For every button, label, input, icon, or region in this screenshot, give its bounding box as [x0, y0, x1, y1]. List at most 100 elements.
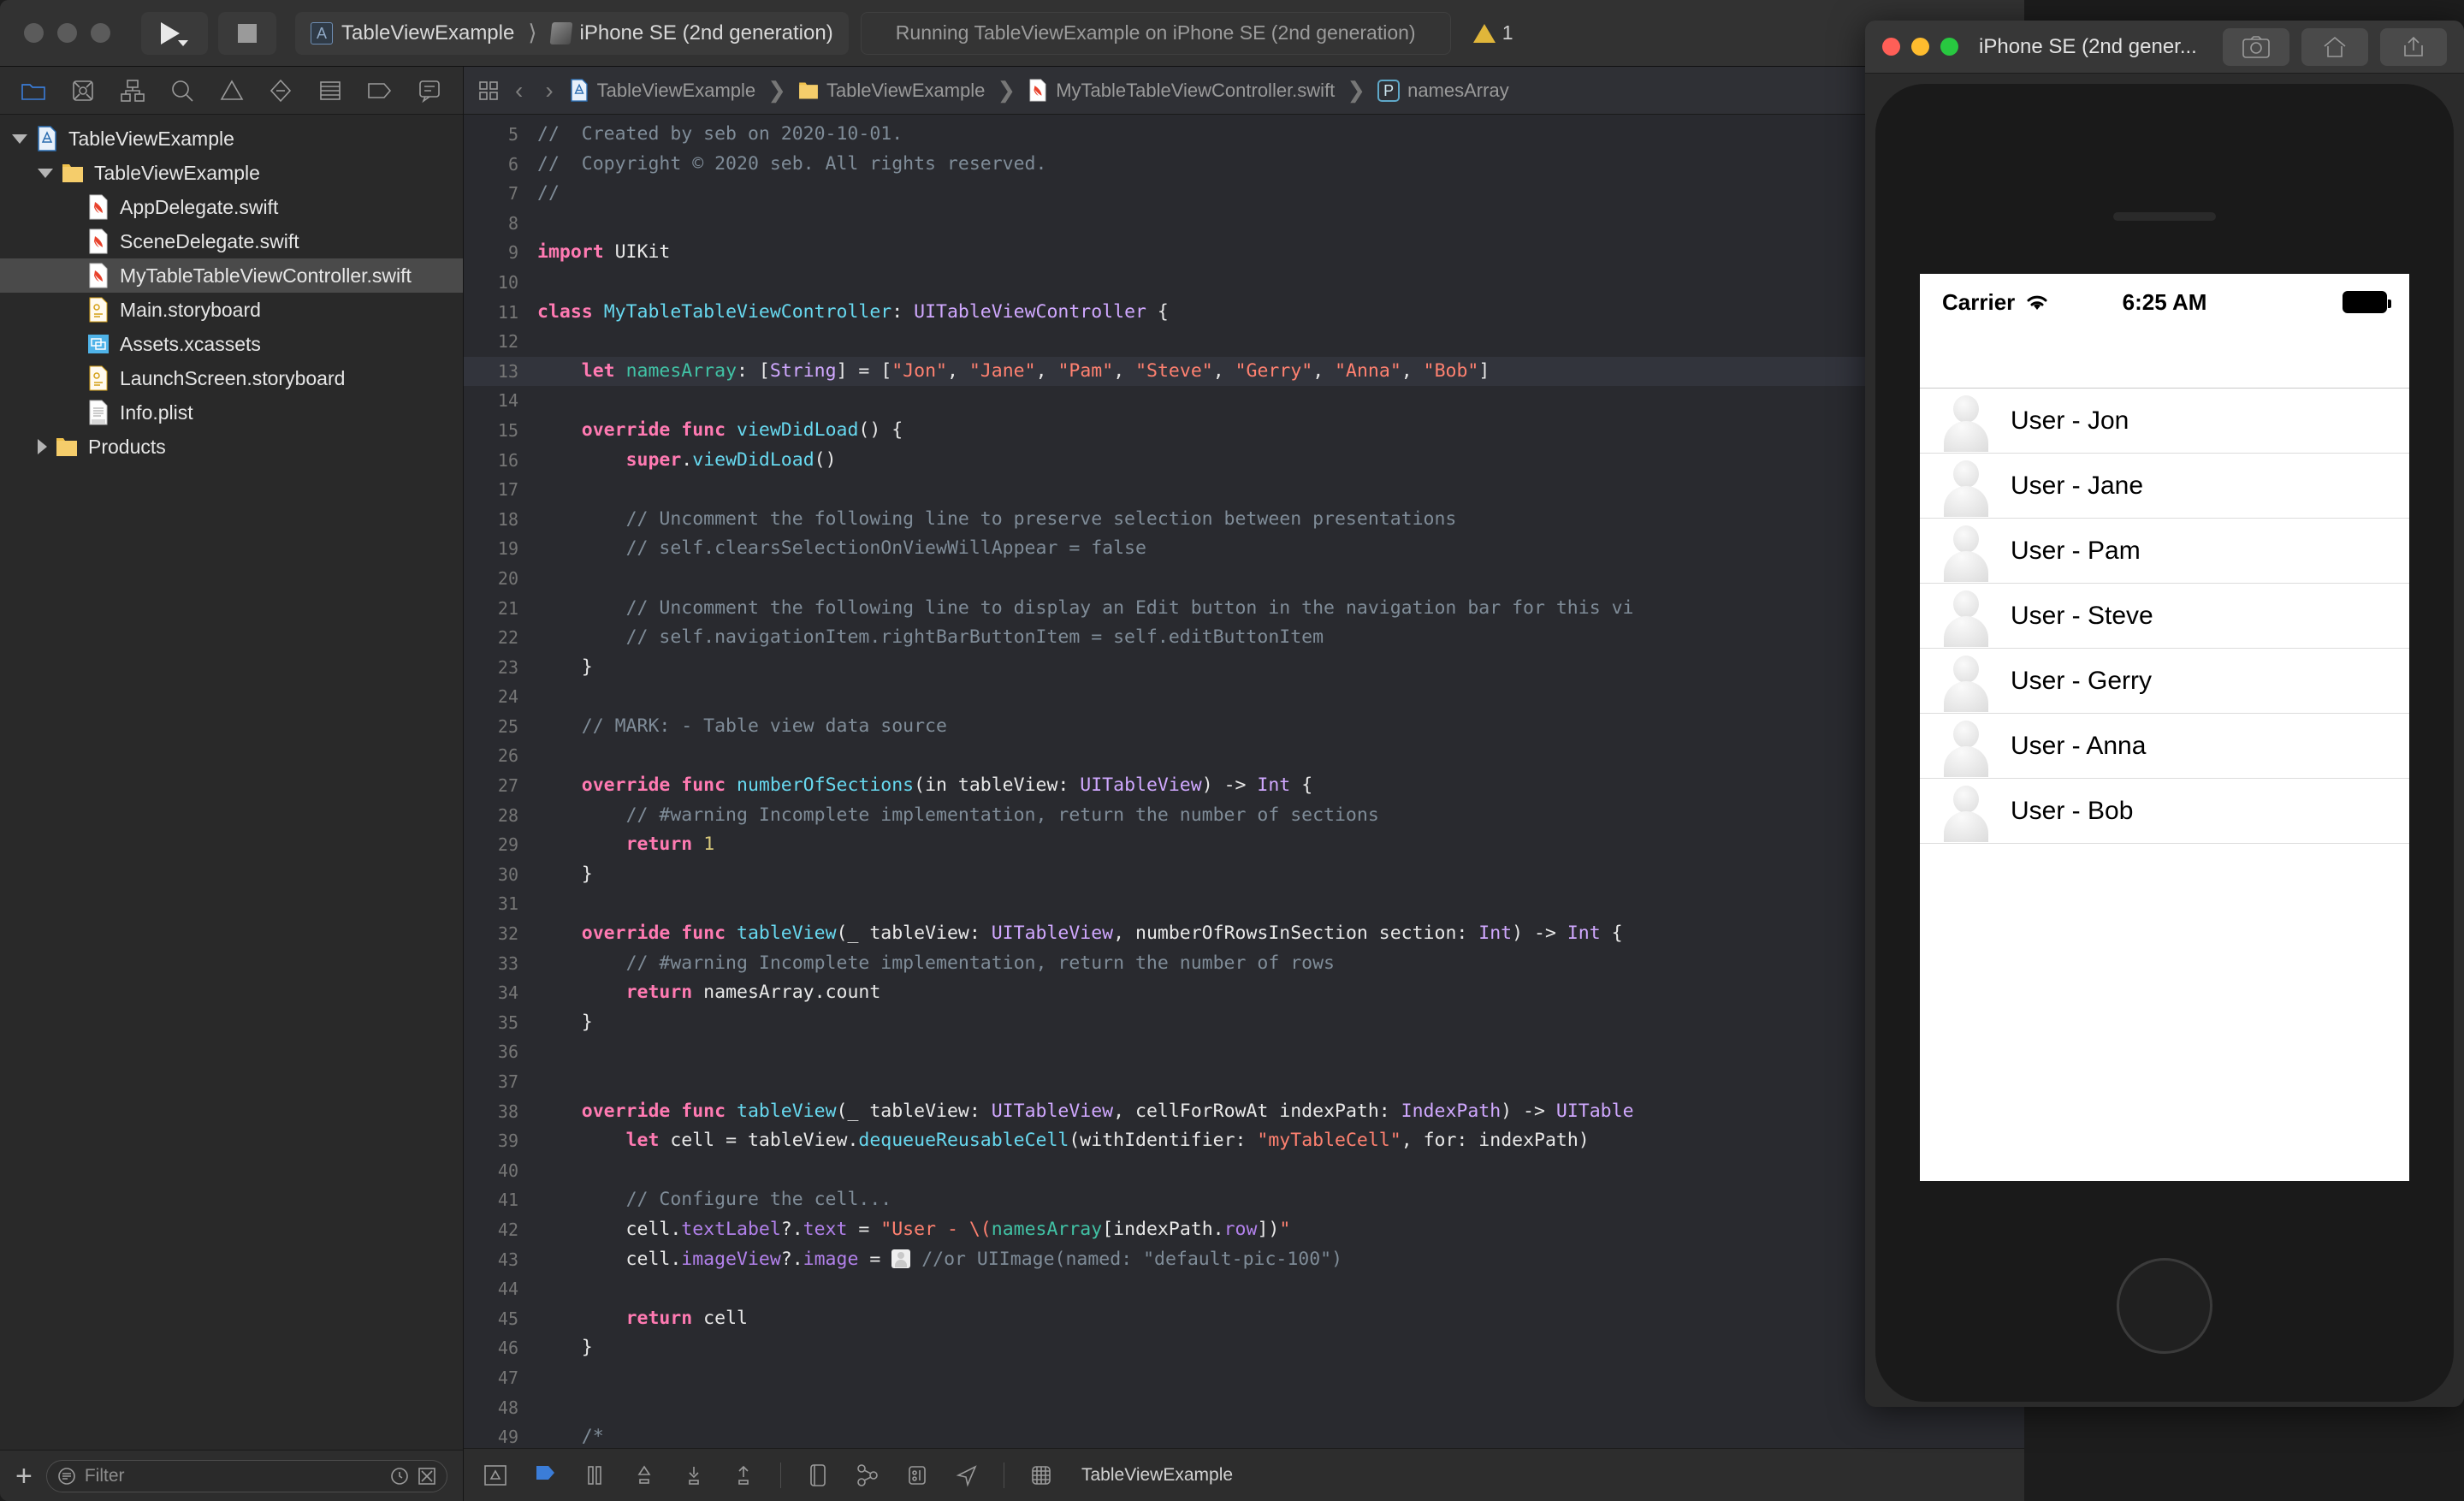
code-line[interactable]: 37: [464, 1067, 2024, 1097]
screenshot-button[interactable]: [2223, 27, 2289, 66]
code-line[interactable]: 31: [464, 889, 2024, 919]
code-line[interactable]: 17: [464, 475, 2024, 505]
code-line[interactable]: 40: [464, 1156, 2024, 1186]
code-line[interactable]: 15 override func viewDidLoad() {: [464, 416, 2024, 446]
code-line[interactable]: 23 }: [464, 653, 2024, 683]
code-line[interactable]: 12: [464, 327, 2024, 357]
disclosure-triangle-icon[interactable]: [38, 168, 53, 178]
navigator-tab-hierarchy[interactable]: [108, 67, 157, 115]
code-line[interactable]: 45 return cell: [464, 1304, 2024, 1334]
navigator-tab-test[interactable]: [256, 67, 305, 115]
view-debug-icon[interactable]: [805, 1462, 831, 1488]
activity-status-bar[interactable]: Running TableViewExample on iPhone SE (2…: [860, 11, 1451, 55]
code-line[interactable]: 32 override func tableView(_ tableView: …: [464, 919, 2024, 949]
code-line[interactable]: 27 override func numberOfSections(in tab…: [464, 771, 2024, 801]
navigator-tab-issues[interactable]: [207, 67, 257, 115]
table-view[interactable]: User - Jon User - Jane User - Pam User - St…: [1920, 389, 2409, 844]
code-editor[interactable]: 5 // Created by seb on 2020-10-01. 6 // Cop…: [464, 115, 2024, 1448]
code-line[interactable]: 44: [464, 1274, 2024, 1304]
location-icon[interactable]: [954, 1462, 980, 1488]
step-over-icon[interactable]: [631, 1462, 657, 1488]
code-line[interactable]: 16 super.viewDidLoad(): [464, 446, 2024, 476]
scheme-selector[interactable]: TableViewExample ⟩ iPhone SE (2nd genera…: [295, 11, 849, 55]
breadcrumb-item[interactable]: TableViewExample: [569, 79, 755, 102]
code-line[interactable]: 49 /*: [464, 1422, 2024, 1448]
code-line[interactable]: 5 // Created by seb on 2020-10-01.: [464, 120, 2024, 150]
stop-button[interactable]: [218, 11, 276, 55]
code-line[interactable]: 6 // Copyright © 2020 seb. All rights res…: [464, 150, 2024, 180]
code-line[interactable]: 20: [464, 564, 2024, 594]
home-button[interactable]: [2301, 27, 2368, 66]
code-line[interactable]: 39 let cell = tableView.dequeueReusableC…: [464, 1126, 2024, 1156]
run-button[interactable]: [141, 11, 208, 55]
code-line[interactable]: 46 }: [464, 1333, 2024, 1363]
code-line[interactable]: 35 }: [464, 1008, 2024, 1038]
breadcrumb[interactable]: TableViewExample ❯ TableViewExample ❯ MyTabl…: [569, 77, 1509, 104]
code-line[interactable]: 34 return namesArray.count: [464, 978, 2024, 1008]
table-row[interactable]: User - Pam: [1920, 519, 2409, 584]
forward-button[interactable]: ›: [538, 77, 560, 104]
filter-input[interactable]: Filter: [45, 1459, 447, 1492]
table-row[interactable]: User - Gerry: [1920, 649, 2409, 714]
related-items-icon[interactable]: [477, 80, 500, 102]
navigator-row[interactable]: TableViewExample: [0, 122, 463, 156]
table-row[interactable]: User - Jon: [1920, 389, 2409, 454]
navigator-row[interactable]: LaunchScreen.storyboard: [0, 361, 463, 395]
close-button[interactable]: [24, 23, 44, 43]
code-line[interactable]: 18 // Uncomment the following line to pr…: [464, 505, 2024, 535]
navigator-tab-search[interactable]: [157, 67, 207, 115]
code-line[interactable]: 13 let namesArray: [String] = ["Jon", "J…: [464, 356, 2024, 387]
navigator-row[interactable]: Assets.xcassets: [0, 327, 463, 361]
code-line[interactable]: 30 }: [464, 860, 2024, 890]
inline-image-literal-icon[interactable]: [891, 1249, 911, 1268]
minimize-button[interactable]: [57, 23, 77, 43]
simulator-close-button[interactable]: [1882, 38, 1900, 56]
simulator-minimize-button[interactable]: [1911, 38, 1929, 56]
code-line[interactable]: 21 // Uncomment the following line to di…: [464, 594, 2024, 624]
table-row[interactable]: User - Steve: [1920, 584, 2409, 649]
code-line[interactable]: 25 // MARK: - Table view data source: [464, 712, 2024, 742]
navigator-row[interactable]: Main.storyboard: [0, 293, 463, 327]
zoom-button[interactable]: [91, 23, 110, 43]
project-navigator-tree[interactable]: TableViewExample TableViewExample AppDeleg…: [0, 115, 463, 1450]
navigator-tab-debug[interactable]: [305, 67, 355, 115]
code-line[interactable]: 9 import UIKit: [464, 238, 2024, 268]
simulator-screen[interactable]: Carrier 6:25 AM User - Jon User - Jane Use…: [1920, 274, 2409, 1181]
table-row[interactable]: User - Bob: [1920, 779, 2409, 844]
code-line[interactable]: 36: [464, 1037, 2024, 1067]
code-line[interactable]: 28 // #warning Incomplete implementation…: [464, 801, 2024, 831]
show-debug-area-icon[interactable]: [483, 1462, 508, 1488]
view-hierarchy-icon[interactable]: [855, 1462, 880, 1488]
step-into-icon[interactable]: [681, 1462, 707, 1488]
disclosure-triangle-icon[interactable]: [12, 133, 27, 144]
code-line[interactable]: 8: [464, 209, 2024, 239]
memory-graph-icon[interactable]: [904, 1462, 930, 1488]
code-line[interactable]: 19 // self.clearsSelectionOnViewWillAppe…: [464, 534, 2024, 564]
navigator-tab-source-control[interactable]: [58, 67, 108, 115]
navigator-row[interactable]: SceneDelegate.swift: [0, 224, 463, 258]
device-home-button[interactable]: [2117, 1258, 2212, 1354]
simulator-zoom-button[interactable]: [1940, 38, 1958, 56]
table-row[interactable]: User - Anna: [1920, 714, 2409, 779]
add-file-button[interactable]: +: [15, 1462, 33, 1491]
disclosure-triangle-icon[interactable]: [38, 439, 47, 454]
code-line[interactable]: 14: [464, 386, 2024, 416]
code-line[interactable]: 24: [464, 682, 2024, 712]
code-line[interactable]: 11 class MyTableTableViewController: UITa…: [464, 298, 2024, 328]
breadcrumb-item[interactable]: MyTableTableViewController.swift: [1028, 79, 1335, 102]
code-line[interactable]: 29 return 1: [464, 830, 2024, 860]
step-flag-icon[interactable]: [532, 1462, 558, 1488]
code-line[interactable]: 38 override func tableView(_ tableView: …: [464, 1097, 2024, 1127]
navigator-tab-project[interactable]: [9, 67, 58, 115]
breadcrumb-item[interactable]: TableViewExample: [798, 79, 985, 102]
code-line[interactable]: 26: [464, 741, 2024, 771]
code-line[interactable]: 48: [464, 1393, 2024, 1423]
warning-indicator[interactable]: 1: [1472, 21, 1513, 44]
code-line[interactable]: 41 // Configure the cell...: [464, 1185, 2024, 1215]
code-line[interactable]: 43 cell.imageView?.image = //or UIImage(…: [464, 1245, 2024, 1275]
back-button[interactable]: ‹: [508, 77, 530, 104]
navigator-tab-report[interactable]: [405, 67, 454, 115]
navigator-row[interactable]: TableViewExample: [0, 156, 463, 190]
breadcrumb-item[interactable]: PnamesArray: [1377, 79, 1509, 102]
navigator-row[interactable]: Products: [0, 430, 463, 464]
